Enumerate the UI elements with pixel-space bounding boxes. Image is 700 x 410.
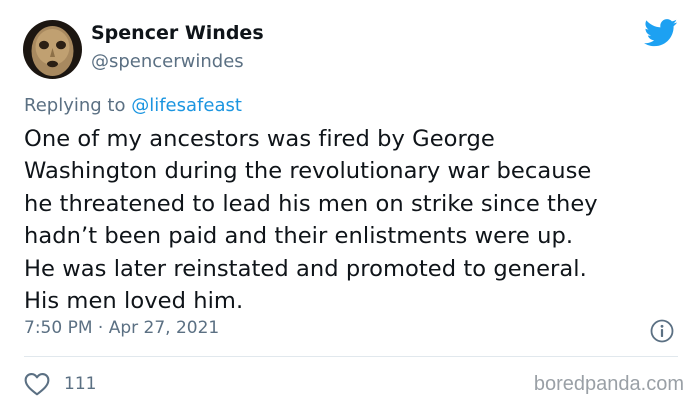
avatar[interactable] xyxy=(23,20,82,79)
replying-to-line: Replying to @lifesafeast xyxy=(24,95,242,116)
heart-icon xyxy=(24,373,50,396)
like-count: 111 xyxy=(64,374,97,394)
tweet-card: Spencer Windes @spencerwindes Replying t… xyxy=(0,0,700,410)
tweet-text-line: One of my ancestors was fired by George xyxy=(24,126,495,152)
author-handle[interactable]: @spencerwindes xyxy=(91,51,244,72)
like-button[interactable]: 111 xyxy=(24,372,96,396)
replying-to-prefix: Replying to xyxy=(24,95,126,116)
replying-to-handle-link[interactable]: @lifesafeast xyxy=(131,95,242,116)
tweet-text-line: His men loved him. xyxy=(24,288,244,315)
tweet-timestamp[interactable]: 7:50 PM · Apr 27, 2021 xyxy=(24,318,219,338)
tweet-text-line: hadn’t been paid and their enlistments w… xyxy=(24,223,574,250)
tweet-text-line: He was later reinstated and promoted to … xyxy=(24,255,587,282)
info-icon[interactable] xyxy=(650,319,674,343)
twitter-bird-icon[interactable] xyxy=(644,19,678,47)
tweet-text-line: he threatened to lead his men on strike … xyxy=(24,190,598,217)
stone-mask-avatar-icon xyxy=(23,20,82,79)
tweet-text: One of my ancestors was fired by George … xyxy=(24,123,684,317)
divider xyxy=(24,356,678,357)
tweet-text-line: Washington during the revolutionary war … xyxy=(24,158,592,185)
author-display-name[interactable]: Spencer Windes xyxy=(91,22,264,44)
watermark: boredpanda.com xyxy=(533,373,684,395)
